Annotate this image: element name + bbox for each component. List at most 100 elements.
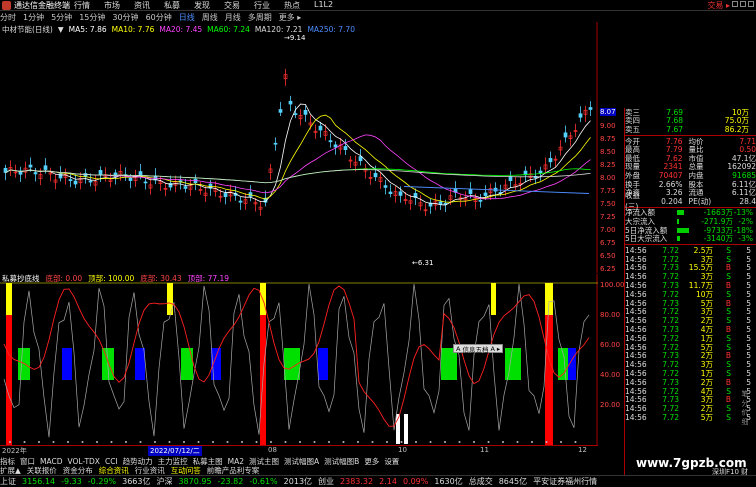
menu-item[interactable]: 资讯 — [134, 0, 150, 11]
ma-legend-item: MA60: 7.24 — [207, 24, 250, 34]
menu-item[interactable]: 热点 — [284, 0, 300, 11]
high-annotation: →9.14 — [284, 34, 306, 42]
tick-count: 5 — [746, 263, 751, 273]
baseline-dot — [168, 441, 171, 443]
status-item: 2.14 — [379, 477, 397, 486]
menu-item[interactable]: 交易 — [224, 0, 240, 11]
menu-item[interactable]: 市场 — [104, 0, 120, 11]
baseline-dot — [96, 441, 98, 443]
tick-side: S — [726, 412, 731, 422]
indicator-legend-item: 顶部: 77.19 — [187, 274, 230, 283]
baseline-dot — [328, 441, 330, 443]
status-item: -23.82 — [217, 477, 244, 486]
price-axis-label: 7.00 — [600, 226, 616, 234]
trade-button[interactable]: 交易 ▸ — [707, 0, 730, 11]
baseline-dot — [400, 441, 403, 443]
minimize-icon[interactable] — [732, 1, 738, 7]
baseline-dot — [444, 441, 446, 443]
panel-side-tabs[interactable]: 笔 分 价 细 — [740, 390, 750, 425]
price-axis-label: 7.25 — [600, 213, 616, 221]
baseline-dot — [23, 441, 26, 443]
candle-body — [343, 146, 348, 151]
baseline-dot — [9, 441, 11, 443]
candle-body — [278, 109, 283, 113]
tick-time: 14:56 — [625, 316, 647, 326]
tick-time: 14:56 — [625, 272, 647, 282]
date-axis: 2022年 2022/07/12/二 08 10 11 12 — [0, 445, 598, 456]
tick-count: 5 — [746, 289, 751, 299]
tick-price: 7.72 — [662, 254, 679, 264]
tick-price: 7.72 — [662, 360, 679, 370]
popup-arrow-icon[interactable]: ▸ — [497, 345, 500, 353]
info-popup-toolbar[interactable]: A 信息五档 A ▸ — [453, 344, 504, 354]
flow-row: 5日大宗流入 -3140万 -3% — [625, 234, 756, 243]
menu-item[interactable]: 行业 — [254, 0, 270, 11]
candle-body — [538, 170, 543, 174]
flow-bar — [677, 236, 680, 242]
indicator-tab[interactable]: 设置 — [384, 456, 399, 467]
candle-body — [143, 181, 148, 184]
tick-price: 7.73 — [662, 298, 679, 308]
signal-block-blue — [318, 348, 328, 380]
baseline-dot — [371, 441, 374, 443]
tick-time: 14:56 — [625, 324, 647, 334]
candle-body — [438, 201, 443, 205]
baseline-dot — [212, 441, 214, 443]
tick-price: 7.73 — [662, 395, 679, 405]
signal-bar-yellow — [491, 283, 496, 315]
ma-legend-item: MA5: 7.86 — [68, 24, 107, 34]
flow-label: 5日大宗流入 — [625, 234, 668, 244]
tick-count: 5 — [746, 298, 751, 308]
candle-body — [588, 107, 593, 110]
menu-item[interactable]: 私募 — [164, 0, 180, 11]
indicator-chart[interactable] — [0, 274, 598, 445]
low-annotation: ←6.31 — [412, 259, 433, 267]
indicator-tab[interactable]: 测试幅图A — [284, 456, 319, 467]
menu-item[interactable]: 发现 — [194, 0, 210, 11]
baseline-dot — [473, 441, 475, 443]
menu-item[interactable]: L1L2 — [314, 0, 333, 11]
candle-body — [303, 109, 308, 115]
candlestick-chart[interactable]: →9.14 ←6.31 — [0, 22, 598, 273]
tick-price: 7.72 — [662, 412, 679, 422]
baseline-dot — [226, 441, 229, 443]
tick-side: S — [726, 333, 731, 343]
maximize-icon[interactable] — [740, 1, 746, 7]
popup-label[interactable]: 信息五档 — [462, 344, 488, 354]
baseline-dot — [110, 441, 113, 443]
ma-line — [5, 114, 591, 203]
price-axis-label: 8.25 — [600, 161, 616, 169]
tick-time: 14:56 — [625, 368, 647, 378]
status-item: 3870.95 — [178, 477, 212, 486]
baseline-dot — [241, 441, 243, 443]
candle-body — [128, 177, 133, 181]
ask-volume: 86.2万 — [724, 124, 749, 134]
tick-time: 14:56 — [625, 289, 647, 299]
baseline-dot — [357, 441, 359, 443]
indicator-tab[interactable]: 测试幅图B — [324, 456, 359, 467]
ma-legend-item: ▼ — [57, 24, 64, 34]
popup-a-icon[interactable]: A — [456, 345, 460, 353]
baseline-dot — [38, 441, 40, 443]
indicator-tab[interactable]: 更多 — [364, 456, 379, 467]
candle-body — [578, 113, 583, 118]
tick-price: 7.72 — [662, 368, 679, 378]
menu-item[interactable]: 行情 — [74, 0, 90, 11]
tick-time: 14:56 — [625, 333, 647, 343]
status-item: 3156.14 — [22, 477, 56, 486]
tick-side: S — [726, 404, 731, 414]
popup-a2-icon[interactable]: A — [490, 345, 494, 353]
close-icon[interactable] — [748, 1, 754, 7]
flow-bar-track — [675, 234, 697, 243]
ma-legend-item: 中材节能(日线) — [2, 24, 53, 34]
flow-bar — [677, 227, 689, 233]
ask-price: 7.67 — [666, 124, 683, 134]
window-controls — [732, 1, 754, 7]
tick-price: 7.73 — [662, 324, 679, 334]
candle-body — [33, 172, 38, 175]
baseline-dot — [574, 441, 577, 443]
baseline-dot — [415, 441, 417, 443]
status-item: 创业 — [318, 477, 335, 486]
tick-price: 7.73 — [662, 281, 679, 290]
flow-pct: -3% — [738, 234, 753, 244]
